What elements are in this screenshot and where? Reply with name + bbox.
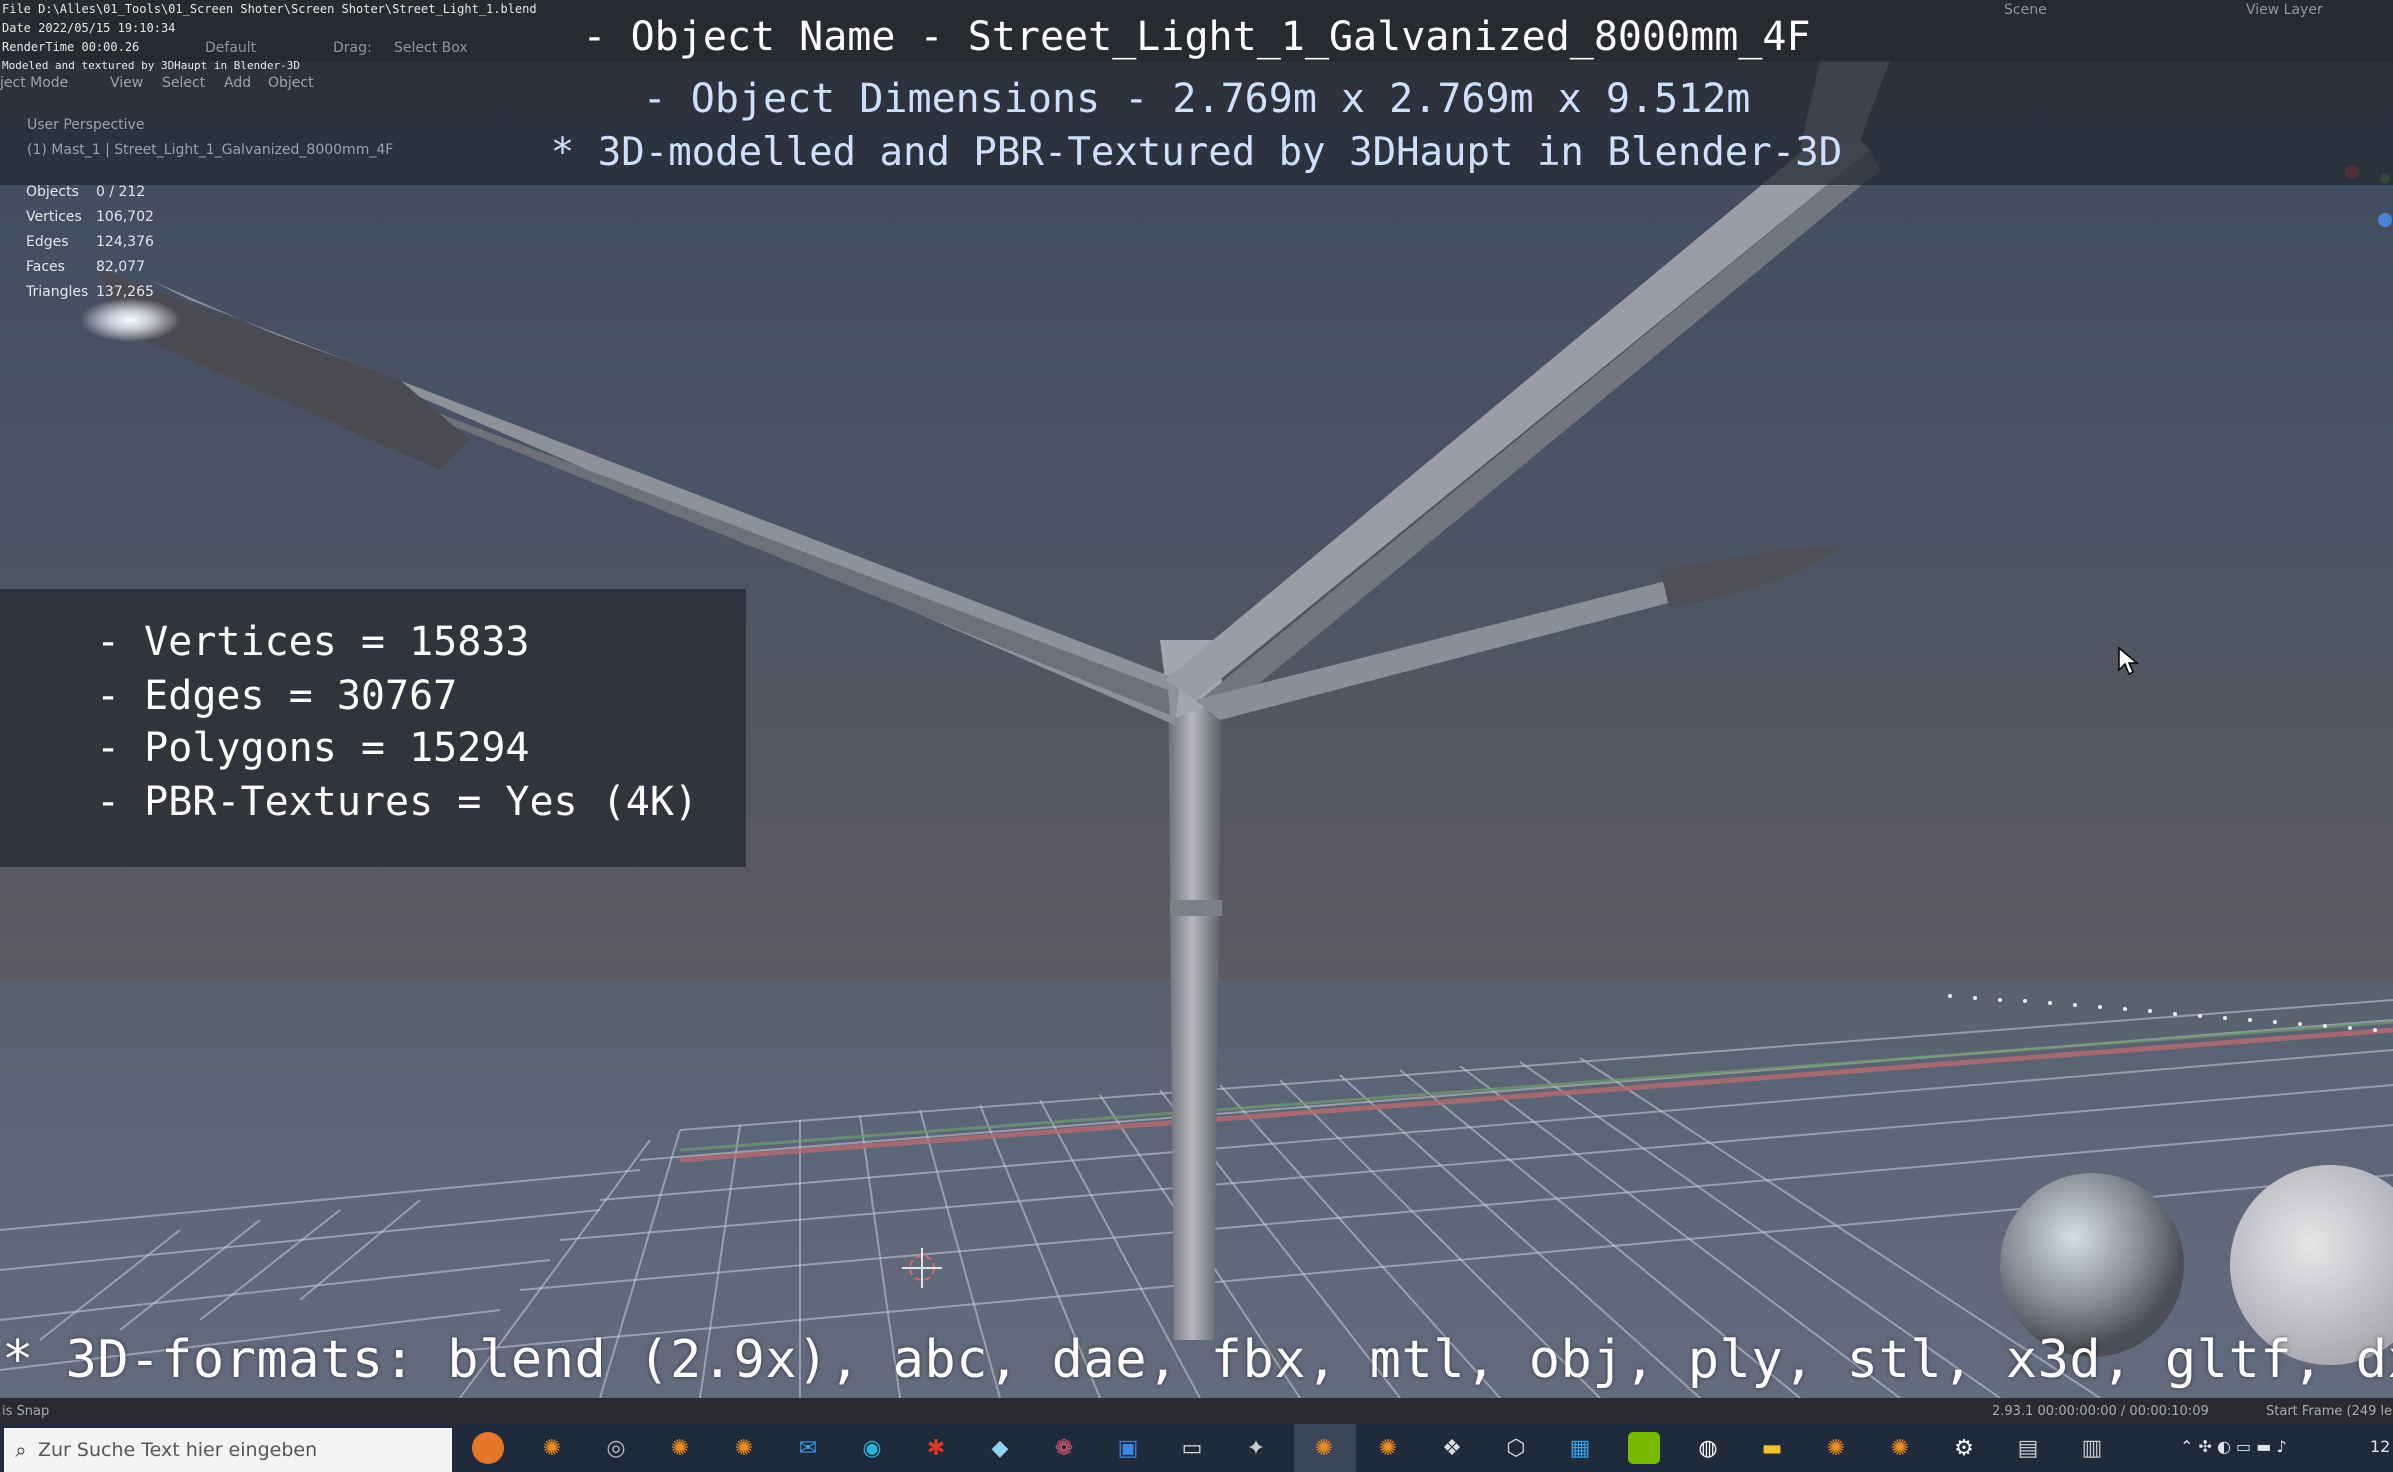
gear-icon[interactable]: ⚙ bbox=[1948, 1432, 1980, 1464]
viewport-perspective: User Perspective bbox=[27, 117, 145, 133]
nvidia-icon[interactable] bbox=[1628, 1432, 1660, 1464]
app-icon[interactable]: ❖ bbox=[1436, 1432, 1468, 1464]
edge-icon[interactable]: ◉ bbox=[856, 1432, 888, 1464]
3d-viewport[interactable]: File D:\Alles\01_Tools\01_Screen Shoter\… bbox=[0, 0, 2393, 1398]
formats-caption: * 3D-formats: blend (2.9x), abc, dae, fb… bbox=[2, 1330, 2393, 1390]
stat-value: 137,265 bbox=[96, 284, 154, 300]
stat-value: 0 / 212 bbox=[96, 184, 146, 200]
stat-label: Faces bbox=[26, 259, 65, 275]
stat-label: Vertices bbox=[26, 209, 82, 225]
status-bar: is Snap 2.93.1 00:00:00:00 / 00:00:10:09… bbox=[0, 1398, 2393, 1424]
object-name-title: - Object Name - Street_Light_1_Galvanize… bbox=[582, 14, 1811, 60]
status-snap: is Snap bbox=[2, 1404, 50, 1419]
app-icon[interactable]: ✱ bbox=[920, 1432, 952, 1464]
windows-taskbar: ⌕ Zur Suche Text hier eingeben ✺ ◎ ✺ ✺ ✉… bbox=[0, 1424, 2393, 1472]
stat-value: 106,702 bbox=[96, 209, 154, 225]
search-icon: ⌕ bbox=[15, 1438, 27, 1462]
vertices-count: - Vertices = 15833 bbox=[96, 619, 530, 665]
mouse-cursor-icon bbox=[2118, 646, 2139, 676]
status-start-frame: Start Frame (249 le bbox=[2266, 1404, 2393, 1419]
folder-icon[interactable]: ▬ bbox=[1756, 1432, 1788, 1464]
clock[interactable]: 12 bbox=[2370, 1437, 2390, 1456]
stat-label: Objects bbox=[26, 184, 79, 200]
taskbar-search[interactable]: ⌕ Zur Suche Text hier eingeben bbox=[4, 1428, 452, 1472]
mail-icon[interactable]: ✉ bbox=[792, 1432, 824, 1464]
app-icon[interactable]: ◍ bbox=[1692, 1432, 1724, 1464]
mesh-info-overlay: - Vertices = 15833 - Edges = 30767 - Pol… bbox=[0, 589, 746, 867]
object-dimensions: - Object Dimensions - 2.769m x 2.769m x … bbox=[642, 76, 1751, 122]
terminal-icon[interactable]: ▭ bbox=[1176, 1432, 1208, 1464]
stat-label: Triangles bbox=[26, 284, 89, 300]
blender-icon[interactable]: ✺ bbox=[1820, 1432, 1852, 1464]
scene-statistics: Objects 0 / 212 Vertices 106,702 Edges 124,… bbox=[26, 180, 154, 305]
viewport-collection: (1) Mast_1 | Street_Light_1_Galvanized_8… bbox=[27, 142, 394, 158]
blender-icon[interactable]: ✺ bbox=[1884, 1432, 1916, 1464]
paint-icon[interactable]: ❁ bbox=[1048, 1432, 1080, 1464]
app-icon[interactable]: ◆ bbox=[984, 1432, 1016, 1464]
tray-icons[interactable]: ⌃ ✣ ◐ ▭ ▬ ♪ bbox=[2180, 1437, 2287, 1456]
modeled-by: Modeled and textured by 3DHaupt in Blend… bbox=[2, 59, 301, 72]
edges-count: - Edges = 30767 bbox=[96, 673, 458, 719]
stat-value: 124,376 bbox=[96, 234, 154, 250]
blender-icon[interactable]: ✺ bbox=[1372, 1432, 1404, 1464]
status-version-time: 2.93.1 00:00:00:00 / 00:00:10:09 bbox=[1992, 1404, 2209, 1419]
obs-icon[interactable]: ◎ bbox=[600, 1432, 632, 1464]
stat-label: Edges bbox=[26, 234, 69, 250]
app-icon[interactable]: ✦ bbox=[1240, 1432, 1272, 1464]
firefox-icon[interactable] bbox=[472, 1432, 504, 1464]
app-icon[interactable]: ▣ bbox=[1112, 1432, 1144, 1464]
blender-icon[interactable]: ✺ bbox=[728, 1432, 760, 1464]
cube-icon[interactable]: ⬡ bbox=[1500, 1432, 1532, 1464]
pbr-textures: - PBR-Textures = Yes (4K) bbox=[96, 779, 699, 825]
stat-value: 82,077 bbox=[96, 259, 145, 275]
polygons-count: - Polygons = 15294 bbox=[96, 725, 530, 771]
calendar-icon[interactable]: ▦ bbox=[1564, 1432, 1596, 1464]
blender-icon[interactable]: ✺ bbox=[536, 1432, 568, 1464]
app-icon[interactable]: ▤ bbox=[2012, 1432, 2044, 1464]
blender-icon[interactable]: ✺ bbox=[664, 1432, 696, 1464]
blender-icon[interactable]: ✺ bbox=[1308, 1432, 1340, 1464]
search-placeholder: Zur Suche Text hier eingeben bbox=[38, 1439, 318, 1461]
app-icon[interactable]: ▥ bbox=[2076, 1432, 2108, 1464]
